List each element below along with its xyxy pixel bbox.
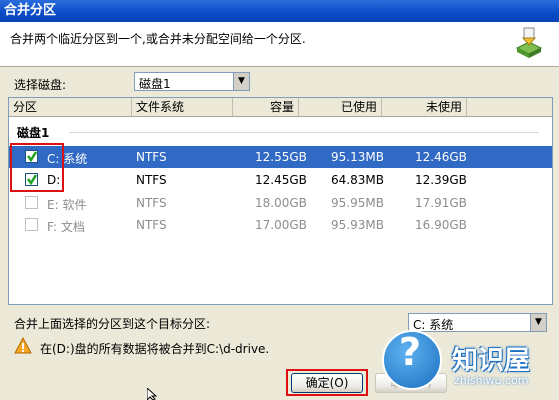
warning-text: 在(D:)盘的所有数据将被合并到C:\d-drive. xyxy=(40,342,270,356)
column-header-partition[interactable]: 分区 xyxy=(9,98,132,116)
partition-size: 12.45GB xyxy=(255,173,307,187)
mouse-cursor-icon xyxy=(147,388,158,400)
group-divider xyxy=(69,132,539,133)
partition-filesystem: NTFS xyxy=(136,218,167,232)
partition-used: 95.95MB xyxy=(331,196,384,210)
partition-size: 12.55GB xyxy=(255,150,307,164)
wizard-header: 合并两个临近分区到一个,或合并未分配空间给一个分区. xyxy=(0,22,559,67)
window-title: 合并分区 xyxy=(0,0,559,22)
table-row[interactable]: E: 软件 NTFS 18.00GB 95.95MB 17.91GB xyxy=(9,192,552,214)
list-header: 分区 文件系统 容量 已使用 未使用 xyxy=(9,98,552,117)
highlight-box-checkboxes xyxy=(10,143,64,192)
warning-icon xyxy=(14,337,32,354)
checkbox[interactable] xyxy=(25,218,38,231)
disk-select[interactable]: 磁盘1 ▼ xyxy=(134,72,250,91)
partition-size: 17.00GB xyxy=(255,218,307,232)
chevron-down-icon[interactable]: ▼ xyxy=(233,73,249,90)
header-description: 合并两个临近分区到一个,或合并未分配空间给一个分区. xyxy=(10,32,306,46)
partition-list[interactable]: 分区 文件系统 容量 已使用 未使用 磁盘1 C: 系统 NTFS 12.55G… xyxy=(8,97,553,305)
table-row[interactable]: C: 系统 NTFS 12.55GB 95.13MB 12.46GB xyxy=(9,146,552,168)
watermark-url: zhishiwu.com xyxy=(454,374,529,387)
partition-used: 95.93MB xyxy=(331,218,384,232)
table-row[interactable]: F: 文档 NTFS 17.00GB 95.93MB 16.90GB xyxy=(9,214,552,236)
partition-free: 16.90GB xyxy=(415,218,467,232)
checkbox[interactable] xyxy=(25,196,38,209)
merge-partition-icon xyxy=(515,27,543,58)
partition-free: 12.46GB xyxy=(415,150,467,164)
watermark-logo: ? 知识屋 zhishiwu.com xyxy=(380,322,559,400)
column-header-used[interactable]: 已使用 xyxy=(299,98,382,116)
column-header-size[interactable]: 容量 xyxy=(233,98,299,116)
partition-filesystem: NTFS xyxy=(136,196,167,210)
watermark-name: 知识屋 xyxy=(452,346,531,376)
partition-size: 18.00GB xyxy=(255,196,307,210)
column-header-free[interactable]: 未使用 xyxy=(382,98,467,116)
partition-used: 64.83MB xyxy=(331,173,384,187)
table-row[interactable]: D: NTFS 12.45GB 64.83MB 12.39GB xyxy=(9,169,552,191)
partition-name: E: 软件 xyxy=(47,198,87,212)
partition-name: F: 文档 xyxy=(47,220,85,234)
partition-free: 17.91GB xyxy=(415,196,467,210)
disk-group-label: 磁盘1 xyxy=(17,126,50,140)
disk-select-value: 磁盘1 xyxy=(139,77,171,91)
column-header-filesystem[interactable]: 文件系统 xyxy=(132,98,233,116)
partition-filesystem: NTFS xyxy=(136,173,167,187)
disk-select-label: 选择磁盘: xyxy=(14,78,67,92)
partition-filesystem: NTFS xyxy=(136,150,167,164)
highlight-box-ok xyxy=(286,369,368,396)
partition-used: 95.13MB xyxy=(331,150,384,164)
target-partition-label: 合并上面选择的分区到这个目标分区: xyxy=(14,317,211,331)
partition-free: 12.39GB xyxy=(415,173,467,187)
